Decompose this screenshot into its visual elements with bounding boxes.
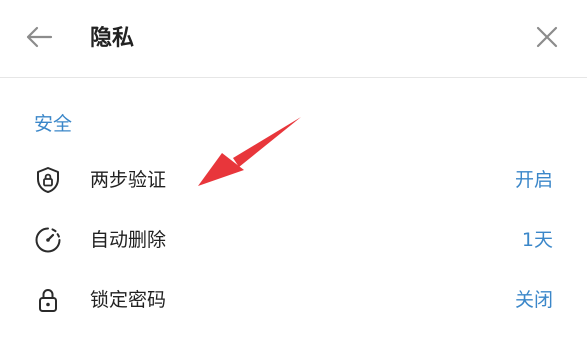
row-value: 关闭 (514, 289, 553, 311)
header-bar: 隐私 (0, 0, 587, 78)
row-label: 锁定密码 (90, 289, 167, 311)
row-auto-delete[interactable]: 自动删除 1天 (0, 214, 587, 266)
back-button[interactable] (22, 22, 56, 56)
close-button[interactable] (530, 22, 564, 56)
shield-lock-icon (33, 165, 63, 195)
close-icon (534, 24, 560, 54)
section-title-security: 安全 (34, 113, 73, 135)
timer-icon (33, 225, 63, 255)
row-value: 开启 (514, 169, 553, 191)
row-value: 1天 (521, 229, 553, 251)
page-title: 隐私 (90, 26, 135, 51)
row-lock-passcode[interactable]: 锁定密码 关闭 (0, 274, 587, 326)
row-label: 自动删除 (90, 229, 167, 251)
privacy-panel: 隐私 安全 两步验证 开启 自动删除 1天 锁定密码 关闭 (0, 0, 587, 343)
row-two-step-verification[interactable]: 两步验证 开启 (0, 154, 587, 206)
padlock-icon (33, 285, 63, 315)
arrow-left-icon (24, 22, 54, 56)
row-label: 两步验证 (90, 169, 167, 191)
